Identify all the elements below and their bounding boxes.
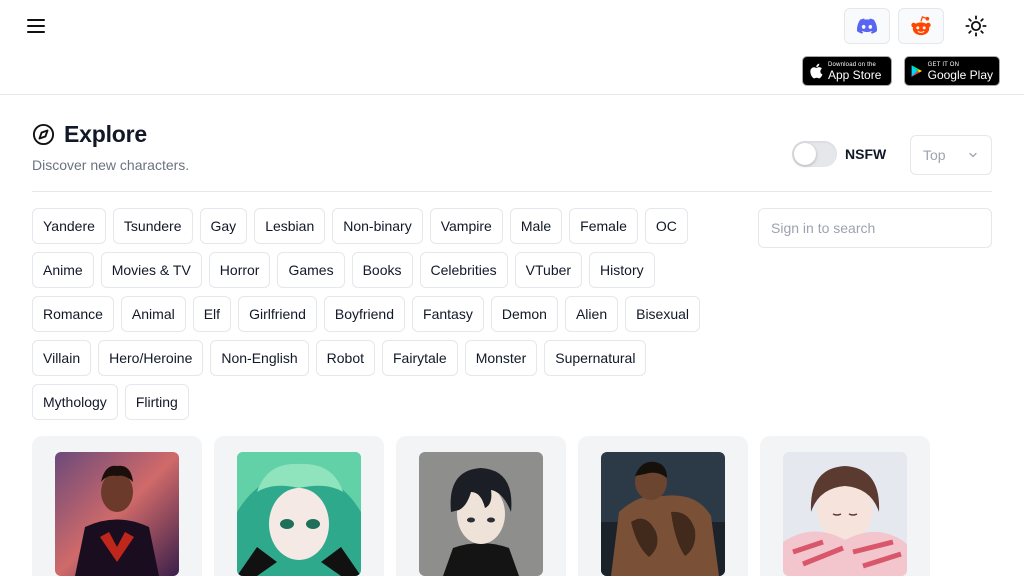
app-store-small-label: Download on the xyxy=(828,61,877,68)
theme-toggle-button[interactable] xyxy=(958,10,994,42)
character-card[interactable] xyxy=(396,436,566,576)
character-card[interactable] xyxy=(578,436,748,576)
tag-chip[interactable]: Games xyxy=(277,252,345,288)
tag-chip[interactable]: Supernatural xyxy=(544,340,647,376)
tag-chip[interactable]: Fantasy xyxy=(412,296,484,332)
tag-chip[interactable]: Girlfriend xyxy=(238,296,317,332)
tag-chip[interactable]: VTuber xyxy=(514,252,583,288)
switch-knob xyxy=(794,143,816,165)
tag-chip[interactable]: Female xyxy=(569,208,638,244)
character-avatar xyxy=(601,452,725,576)
tag-chip[interactable]: Villain xyxy=(32,340,92,376)
tag-chip[interactable]: Books xyxy=(351,252,413,288)
tag-row: Romance Animal Elf Girlfriend Boyfriend Fanta… xyxy=(32,296,701,332)
compass-icon xyxy=(32,123,55,146)
character-avatar xyxy=(55,452,179,576)
tag-chip[interactable]: Horror xyxy=(208,252,271,288)
tag-chip[interactable]: Alien xyxy=(564,296,619,332)
tag-chip[interactable]: Celebrities xyxy=(419,252,508,288)
character-avatar xyxy=(783,452,907,576)
google-play-small-label: GET IT ON xyxy=(927,61,960,68)
tag-chip[interactable]: Male xyxy=(509,208,563,244)
nsfw-toggle[interactable]: NSFW xyxy=(792,141,886,167)
nsfw-label: NSFW xyxy=(845,146,887,162)
sun-icon xyxy=(965,15,987,37)
hamburger-menu-icon[interactable] xyxy=(24,14,48,38)
character-avatar xyxy=(237,452,361,576)
page-title: Explore xyxy=(64,121,147,147)
google-play-label: Google Play xyxy=(927,67,993,82)
discord-icon xyxy=(857,18,877,34)
search-input[interactable] xyxy=(758,208,992,248)
tag-chip[interactable]: OC xyxy=(644,208,688,244)
tag-chip[interactable]: Flirting xyxy=(124,384,189,420)
tag-chip[interactable]: Vampire xyxy=(429,208,503,244)
tag-chip[interactable]: History xyxy=(589,252,655,288)
tag-chip[interactable]: Hero/Heroine xyxy=(98,340,204,376)
tag-chip[interactable]: Tsundere xyxy=(112,208,193,244)
discord-button[interactable] xyxy=(844,8,890,44)
google-play-icon xyxy=(911,65,923,77)
character-card[interactable] xyxy=(760,436,930,576)
character-cards xyxy=(32,436,930,576)
tag-chip[interactable]: Fairytale xyxy=(382,340,458,376)
tag-chip[interactable]: Movies & TV xyxy=(100,252,202,288)
reddit-icon xyxy=(911,16,931,36)
tag-row: Villain Hero/Heroine Non-English Robot Fairy… xyxy=(32,340,647,376)
character-avatar xyxy=(419,452,543,576)
tag-chip[interactable]: Robot xyxy=(315,340,375,376)
tag-chip[interactable]: Lesbian xyxy=(254,208,326,244)
tag-row: Anime Movies & TV Horror Games Books Celebrit… xyxy=(32,252,655,288)
character-card[interactable] xyxy=(32,436,202,576)
reddit-button[interactable] xyxy=(898,8,944,44)
tag-chip[interactable]: Bisexual xyxy=(625,296,701,332)
tag-chip[interactable]: Yandere xyxy=(32,208,106,244)
character-card[interactable] xyxy=(214,436,384,576)
divider xyxy=(32,191,992,192)
tag-chip[interactable]: Demon xyxy=(490,296,558,332)
tag-row: Yandere Tsundere Gay Lesbian Non-binary Vampi… xyxy=(32,208,688,244)
apple-icon xyxy=(810,63,823,79)
chevron-down-icon xyxy=(969,152,977,158)
tag-chip[interactable]: Animal xyxy=(120,296,186,332)
top-bar: Download on the App Store GET IT ON Goog… xyxy=(0,0,1024,95)
tag-chip[interactable]: Anime xyxy=(32,252,94,288)
tag-chip[interactable]: Non-English xyxy=(210,340,309,376)
tag-chip[interactable]: Elf xyxy=(192,296,232,332)
sort-select[interactable]: Top xyxy=(910,135,992,175)
tag-chip[interactable]: Boyfriend xyxy=(323,296,406,332)
app-store-label: App Store xyxy=(828,67,882,82)
app-store-badge[interactable]: Download on the App Store xyxy=(802,56,892,86)
page-title-group: Explore xyxy=(32,121,147,148)
page-subtitle: Discover new characters. xyxy=(32,157,190,173)
tag-chip[interactable]: Gay xyxy=(199,208,248,244)
sort-value: Top xyxy=(923,147,946,163)
tag-chip[interactable]: Mythology xyxy=(32,384,118,420)
nsfw-switch[interactable] xyxy=(792,141,837,167)
tag-row: Mythology Flirting xyxy=(32,384,189,420)
google-play-badge[interactable]: GET IT ON Google Play xyxy=(904,56,1000,86)
tag-chip[interactable]: Romance xyxy=(32,296,114,332)
tag-chip[interactable]: Monster xyxy=(464,340,538,376)
tag-chip[interactable]: Non-binary xyxy=(332,208,423,244)
